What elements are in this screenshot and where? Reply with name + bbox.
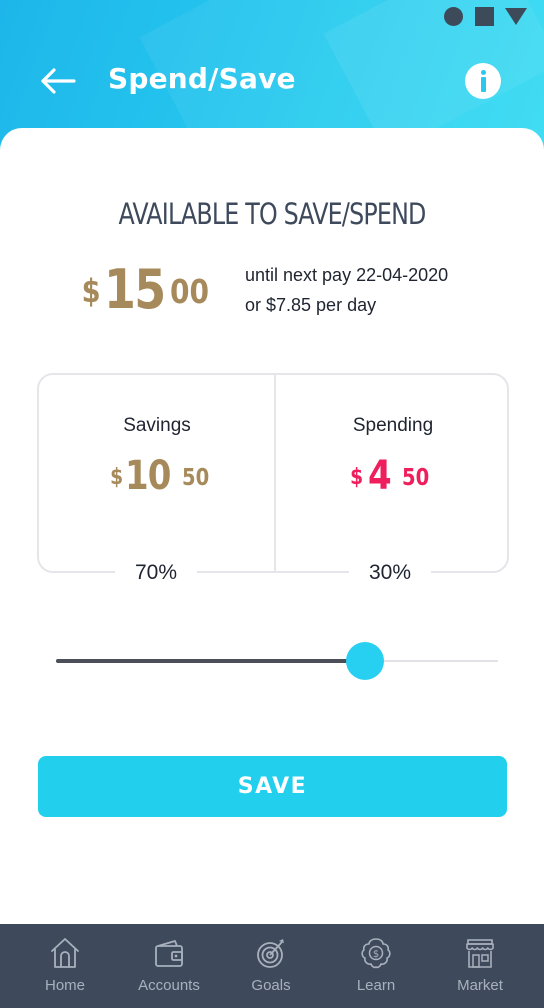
nav-label: Goals [251, 977, 291, 994]
spend-save-screen: Spend/Save AVAILABLE TO SAVE/SPEND $ 15 … [0, 0, 544, 1008]
slider-thumb[interactable] [346, 642, 384, 680]
circle-icon [444, 7, 463, 26]
home-icon [51, 938, 79, 968]
spending-percent: 30% [349, 558, 432, 588]
nav-item-home[interactable]: Home [11, 924, 119, 1008]
save-spend-slider[interactable] [56, 640, 498, 684]
nav-item-accounts[interactable]: Accounts [115, 924, 223, 1008]
nav-label: Accounts [138, 977, 200, 994]
page-title: Spend/Save [108, 62, 296, 95]
nav-label: Learn [356, 977, 396, 994]
until-next-pay-text: until next pay 22-04-2020 [245, 265, 449, 285]
available-heading: AVAILABLE TO SAVE/SPEND [118, 197, 426, 231]
info-icon[interactable] [465, 63, 501, 99]
currency-symbol: $ [350, 465, 364, 490]
amount-cents: 50 [182, 465, 210, 491]
spending-label: Spending [352, 415, 434, 436]
bottom-nav: Home Accounts Goals $ Learn Market [0, 924, 544, 1008]
pay-period-info: until next pay 22-04-2020 or $7.85 per d… [245, 260, 448, 320]
currency-symbol: $ [110, 465, 124, 490]
status-bar [0, 0, 544, 34]
brain-dollar-icon: $ [361, 938, 391, 969]
nav-item-goals[interactable]: Goals [217, 924, 325, 1008]
savings-percent: 70% [115, 558, 198, 588]
target-icon [257, 939, 284, 968]
savings-label: Savings [123, 415, 191, 436]
amount-cents: 00 [170, 272, 210, 311]
svg-text:$: $ [373, 949, 379, 960]
wallet-icon [155, 940, 183, 967]
save-spend-split: Savings Spending $ 10 50 $ 4 50 70% 30% [37, 373, 509, 588]
square-icon [475, 7, 494, 26]
per-day-text: or $7.85 per day [245, 295, 377, 315]
nav-item-learn[interactable]: $ Learn [322, 924, 430, 1008]
slider-fill [56, 659, 365, 663]
nav-item-market[interactable]: Market [426, 924, 534, 1008]
split-divider [274, 375, 276, 573]
currency-symbol: $ [81, 272, 101, 310]
triangle-icon [505, 8, 527, 25]
nav-label: Market [457, 977, 503, 994]
amount-whole: 15 [104, 258, 166, 321]
save-button[interactable]: SAVE [38, 756, 507, 817]
amount-whole: 4 [368, 453, 392, 499]
amount-cents: 50 [402, 465, 430, 491]
arrow-left-icon[interactable] [38, 66, 78, 96]
store-icon [466, 939, 494, 968]
nav-label: Home [44, 977, 85, 994]
amount-whole: 10 [125, 453, 171, 499]
